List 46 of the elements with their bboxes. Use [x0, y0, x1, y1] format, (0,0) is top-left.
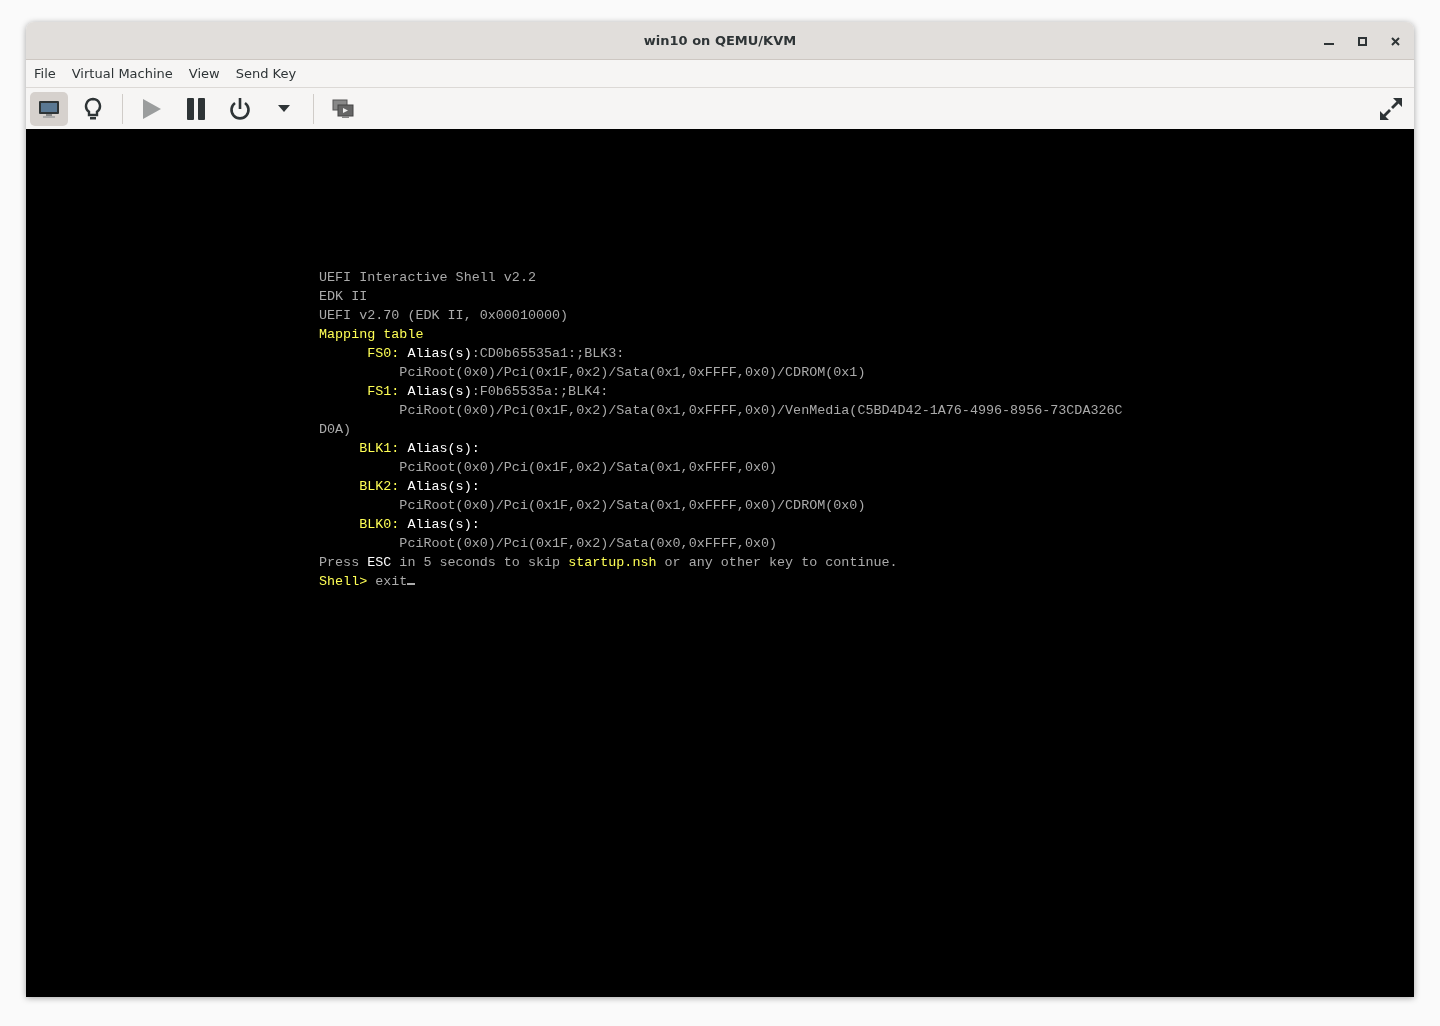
screens-icon: [332, 98, 354, 119]
console-text: FS1:: [367, 384, 401, 399]
console-text: PciRoot(0x0)/Pci(0x1F,0x2)/Sata(0x1,0xFFFF,0x0)/VenMedia(C5BD4D42-1A76-4996-8956-73CDA326C: [399, 403, 1123, 418]
shell-prompt: Shell>: [319, 574, 369, 589]
lightbulb-icon: [84, 96, 102, 121]
maximize-icon[interactable]: [1358, 36, 1367, 46]
console-text: FS0:: [367, 346, 401, 361]
console-text: or any other key to continue.: [663, 555, 898, 570]
console-text: Alias(s):: [407, 479, 480, 494]
close-icon[interactable]: [1391, 36, 1400, 46]
console-text: BLK2:: [359, 479, 401, 494]
menu-item[interactable]: View: [188, 66, 220, 81]
console-text: PciRoot(0x0)/Pci(0x1F,0x2)/Sata(0x1,0xFFFF,0x0): [399, 460, 778, 475]
menu-item[interactable]: File: [34, 66, 56, 81]
console-text: PciRoot(0x0)/Pci(0x1F,0x2)/Sata(0x1,0xFFFF,0x0)/CDROM(0x1): [399, 365, 866, 380]
console-text: BLK0:: [359, 517, 401, 532]
play-icon: [142, 97, 162, 120]
console-text: PciRoot(0x0)/Pci(0x1F,0x2)/Sata(0x0,0xFFFF,0x0): [399, 536, 778, 551]
console-text: in 5 seconds to skip: [398, 555, 562, 570]
text-cursor: [407, 583, 416, 585]
console-text: ESC: [367, 555, 392, 570]
console-text: D0A): [319, 422, 352, 437]
window-title: win10 on QEMU/KVM: [643, 33, 797, 48]
console-text: :CD0b65535a1:;BLK3:: [471, 346, 625, 361]
pause-icon: [187, 97, 205, 120]
console-text: Press: [319, 555, 361, 570]
fullscreen-icon: [1379, 96, 1403, 121]
monitor-icon: [38, 99, 60, 118]
caret-icon: [278, 105, 290, 112]
console-text: exit: [375, 574, 408, 589]
console-text: UEFI v2.70 (EDK II, 0x00010000): [319, 308, 569, 323]
console-text: startup.nsh: [568, 555, 657, 570]
console-text: UEFI Interactive Shell v2.2: [319, 270, 536, 285]
console-text: Mapping table: [319, 327, 424, 342]
menu-item[interactable]: Virtual Machine: [71, 66, 173, 81]
console-text: Alias(s):: [407, 517, 480, 532]
console-text: BLK1:: [359, 441, 401, 456]
console-text: Alias(s): [407, 384, 472, 399]
menu-item[interactable]: Send Key: [235, 66, 297, 81]
power-icon: [229, 96, 251, 121]
console-text: EDK II: [319, 289, 368, 304]
console-text: PciRoot(0x0)/Pci(0x1F,0x2)/Sata(0x1,0xFFFF,0x0)/CDROM(0x0): [399, 498, 866, 513]
console-text: Alias(s): [407, 346, 472, 361]
console-text: :F0b65535a:;BLK4:: [471, 384, 609, 399]
console-text: Alias(s):: [407, 441, 480, 456]
monitor-button[interactable]: [30, 91, 68, 126]
